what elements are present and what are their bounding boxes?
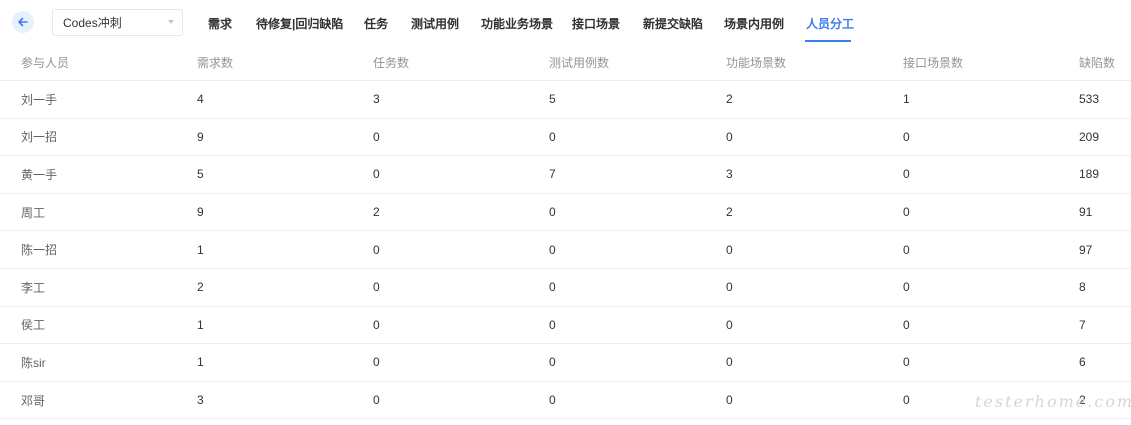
- tab-staff-assignment[interactable]: 人员分工: [806, 15, 854, 32]
- table-row: 刘一招 9 0 0 0 0 209: [0, 119, 1131, 157]
- requirements-count: 1: [197, 242, 204, 257]
- tab-tasks[interactable]: 任务: [364, 15, 388, 32]
- tab-scenario-cases[interactable]: 场景内用例: [724, 15, 784, 32]
- api-scenarios-count: 0: [903, 205, 910, 220]
- requirements-count: 9: [197, 205, 204, 220]
- function-scenarios-count: 0: [726, 242, 733, 257]
- member-name: 刘一手: [21, 92, 58, 107]
- defects-count: 189: [1079, 167, 1100, 182]
- tab-test-cases[interactable]: 测试用例: [411, 15, 459, 32]
- requirements-count: 5: [197, 167, 204, 182]
- watermark: testerhome.com: [975, 392, 1131, 411]
- defects-count: 6: [1079, 355, 1086, 370]
- api-scenarios-count: 0: [903, 167, 910, 182]
- test-cases-count: 5: [549, 92, 556, 107]
- requirements-count: 2: [197, 280, 204, 295]
- tasks-count: 0: [373, 167, 380, 182]
- column-header-function-scenarios: 功能场景数: [726, 55, 787, 70]
- api-scenarios-count: 0: [903, 393, 910, 408]
- defects-count: 8: [1079, 280, 1086, 295]
- api-scenarios-count: 0: [903, 129, 910, 144]
- member-name: 邓哥: [21, 393, 46, 408]
- function-scenarios-count: 0: [726, 280, 733, 295]
- column-header-member: 参与人员: [21, 55, 70, 70]
- member-name: 黄一手: [21, 167, 58, 182]
- table-header-row: 参与人员 需求数 任务数 测试用例数 功能场景数 接口场景数 缺陷数: [0, 44, 1131, 81]
- column-header-defects: 缺陷数: [1079, 55, 1116, 70]
- arrow-left-icon: [18, 17, 28, 27]
- test-cases-count: 0: [549, 393, 556, 408]
- tab-pending-defects[interactable]: 待修复|回归缺陷: [256, 15, 343, 32]
- table-row: 侯工 1 0 0 0 0 7: [0, 307, 1131, 345]
- active-tab-indicator: [805, 40, 851, 42]
- member-name: 陈一招: [21, 243, 58, 258]
- member-name: 李工: [21, 280, 46, 295]
- defects-count: 533: [1079, 92, 1100, 107]
- table-row: 陈sir 1 0 0 0 0 6: [0, 344, 1131, 382]
- defects-count: 7: [1079, 317, 1086, 332]
- tab-new-defects[interactable]: 新提交缺陷: [643, 15, 703, 32]
- defects-count: 91: [1079, 205, 1093, 220]
- back-button[interactable]: [12, 11, 34, 33]
- function-scenarios-count: 0: [726, 393, 733, 408]
- requirements-count: 3: [197, 393, 204, 408]
- api-scenarios-count: 1: [903, 92, 910, 107]
- tab-api-scenarios[interactable]: 接口场景: [572, 15, 620, 32]
- tab-business-scenarios[interactable]: 功能业务场景: [481, 15, 553, 32]
- function-scenarios-count: 0: [726, 317, 733, 332]
- requirements-count: 4: [197, 92, 204, 107]
- project-select-value: Codes冲刺: [63, 16, 122, 30]
- tasks-count: 0: [373, 393, 380, 408]
- function-scenarios-count: 2: [726, 92, 733, 107]
- tasks-count: 0: [373, 317, 380, 332]
- table-row: 周工 9 2 0 2 0 91: [0, 194, 1131, 232]
- api-scenarios-count: 0: [903, 317, 910, 332]
- test-cases-count: 0: [549, 205, 556, 220]
- defects-count: 209: [1079, 129, 1100, 144]
- tab-requirements[interactable]: 需求: [208, 15, 232, 32]
- function-scenarios-count: 3: [726, 167, 733, 182]
- tasks-count: 0: [373, 129, 380, 144]
- test-cases-count: 0: [549, 129, 556, 144]
- api-scenarios-count: 0: [903, 355, 910, 370]
- column-header-api-scenarios: 接口场景数: [903, 55, 964, 70]
- test-cases-count: 7: [549, 167, 556, 182]
- test-cases-count: 0: [549, 242, 556, 257]
- function-scenarios-count: 0: [726, 129, 733, 144]
- test-cases-count: 0: [549, 355, 556, 370]
- tasks-count: 0: [373, 355, 380, 370]
- tasks-count: 0: [373, 242, 380, 257]
- member-name: 侯工: [21, 318, 46, 333]
- table-row: 陈一招 1 0 0 0 0 97: [0, 231, 1131, 269]
- column-header-requirements: 需求数: [197, 55, 234, 70]
- tasks-count: 3: [373, 92, 380, 107]
- column-header-test-cases: 测试用例数: [549, 55, 610, 70]
- staff-table: 参与人员 需求数 任务数 测试用例数 功能场景数 接口场景数 缺陷数 刘一手 4…: [0, 44, 1131, 420]
- chevron-down-icon: [168, 20, 174, 24]
- tasks-count: 2: [373, 205, 380, 220]
- project-select[interactable]: Codes冲刺: [52, 9, 183, 36]
- top-toolbar: Codes冲刺 需求 待修复|回归缺陷 任务 测试用例 功能业务场景 接口场景 …: [0, 0, 1131, 44]
- requirements-count: 1: [197, 355, 204, 370]
- defects-count: 97: [1079, 242, 1093, 257]
- api-scenarios-count: 0: [903, 242, 910, 257]
- test-cases-count: 0: [549, 280, 556, 295]
- requirements-count: 9: [197, 129, 204, 144]
- table-row: 刘一手 4 3 5 2 1 533: [0, 81, 1131, 119]
- function-scenarios-count: 2: [726, 205, 733, 220]
- api-scenarios-count: 0: [903, 280, 910, 295]
- test-cases-count: 0: [549, 317, 556, 332]
- member-name: 陈sir: [21, 355, 46, 370]
- tasks-count: 0: [373, 280, 380, 295]
- table-row: 黄一手 5 0 7 3 0 189: [0, 156, 1131, 194]
- column-header-tasks: 任务数: [373, 55, 410, 70]
- function-scenarios-count: 0: [726, 355, 733, 370]
- member-name: 刘一招: [21, 130, 58, 145]
- table-row: 李工 2 0 0 0 0 8: [0, 269, 1131, 307]
- table-row: 邓哥 3 0 0 0 0 2: [0, 382, 1131, 420]
- requirements-count: 1: [197, 317, 204, 332]
- member-name: 周工: [21, 205, 46, 220]
